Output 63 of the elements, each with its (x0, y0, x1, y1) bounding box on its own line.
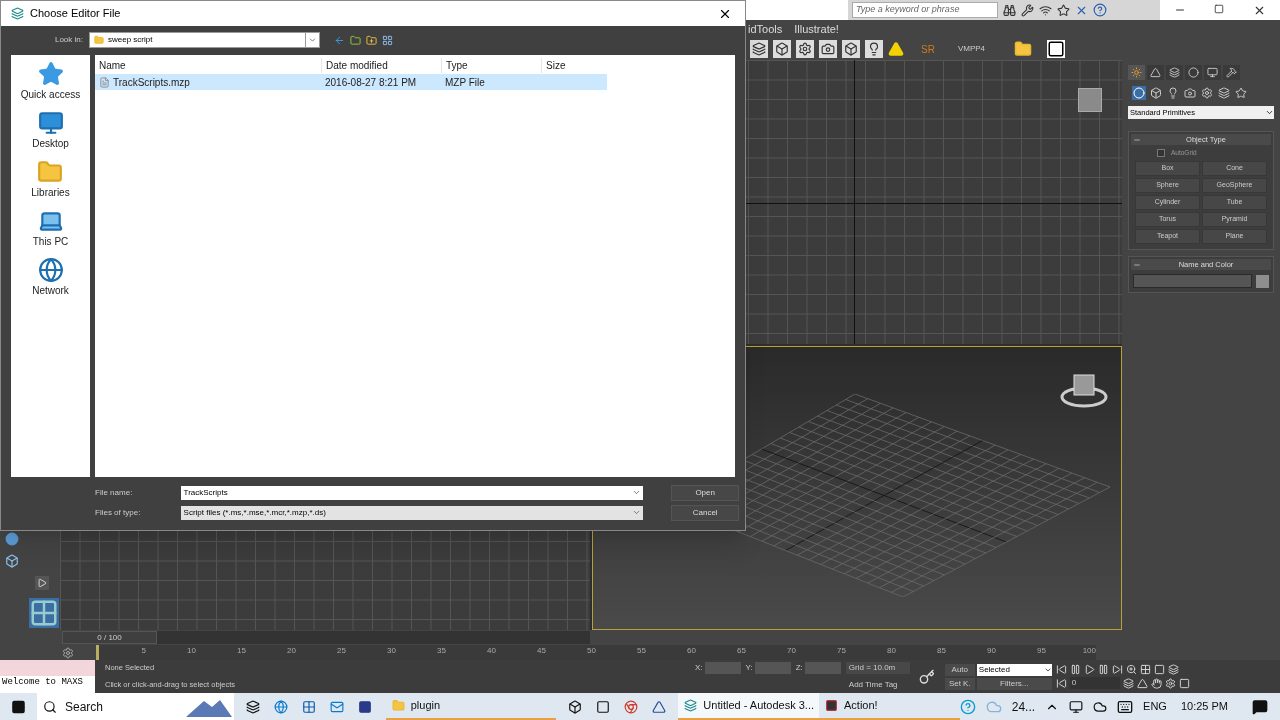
grid-size: Grid = 10.0m (845, 662, 910, 674)
auto-key-button[interactable]: Auto (944, 663, 975, 676)
place-item[interactable]: Quick access (20, 61, 81, 104)
file-type-label: Files of type: (95, 506, 142, 519)
set-key-button[interactable]: Set K. (944, 677, 975, 690)
tick-label: 60 (687, 645, 696, 657)
menu-item[interactable]: idTools (748, 20, 783, 38)
language-text: ENG (1143, 699, 1167, 715)
time-track[interactable]: 5 10 15 20 25 30 35 40 45 50 55 60 65 70 75 80 85 90 95 100 (96, 645, 1096, 660)
tick-label: 95 (1037, 645, 1046, 657)
column-header[interactable]: Name (95, 58, 321, 73)
tick-label: 40 (487, 645, 496, 657)
dialog-title: Choose Editor File (30, 6, 122, 22)
frame-slider-track[interactable]: 0 / 100 (62, 631, 590, 644)
place-item[interactable]: Network (32, 257, 69, 300)
tick-label: 100 (1082, 645, 1096, 657)
menu-item[interactable]: Illustrate! (794, 20, 839, 38)
place-item[interactable]: Libraries (31, 159, 70, 202)
tick-label: 75 (837, 645, 846, 657)
tick-label: 55 (637, 645, 646, 657)
search-box[interactable]: Search (36, 693, 234, 720)
tick-label: 25 (337, 645, 346, 657)
tick-label: 50 (587, 645, 596, 657)
column-header[interactable]: Type (441, 58, 541, 73)
tick-label: 45 (537, 645, 546, 657)
file-name-field[interactable]: TrackScripts (180, 485, 644, 500)
place-item[interactable]: This PC (32, 208, 69, 251)
taskbar-app[interactable]: Untitled - Autodesk 3... (678, 693, 820, 720)
look-in-label: Look in: (53, 34, 84, 46)
temperature-text: 24... (1011, 698, 1036, 716)
file-row[interactable]: TrackScripts.mzp 2016-08-27 8:21 PM MZP File (95, 74, 607, 90)
tick-label: 15 (237, 645, 246, 657)
look-in-dropdown[interactable]: sweep script (89, 32, 320, 48)
tick-label: 20 (287, 645, 296, 657)
tick-label: 90 (987, 645, 996, 657)
column-header[interactable]: Size (541, 58, 601, 73)
coordinate-label: Z: (795, 662, 803, 674)
key-filter-dropdown[interactable]: Selected (976, 663, 1052, 676)
tick-label: 65 (737, 645, 746, 657)
tick-label: 35 (437, 645, 446, 657)
toolbar-button[interactable]: VMPP4 (953, 43, 990, 55)
place-item[interactable]: Desktop (32, 110, 69, 153)
coordinate-label: X: (695, 662, 703, 674)
column-header[interactable]: Date modified (321, 58, 441, 73)
search-field[interactable]: Type a keyword or phrase (852, 2, 998, 18)
tick-label: 30 (387, 645, 396, 657)
time-tag-button[interactable]: Add Time Tag (844, 678, 909, 691)
file-type-dropdown[interactable]: Script files (*.ms,*.mse,*.mcr,*.mzp,*.ds) (180, 505, 644, 520)
file-name-label: File name: (95, 486, 134, 499)
open-button[interactable]: Open (671, 484, 739, 501)
coordinate-label: Y: (745, 662, 753, 674)
taskbar-app[interactable]: Action! (819, 693, 960, 720)
tick-label: 80 (887, 645, 896, 657)
frame-slider-thumb[interactable]: 0 / 100 (62, 631, 157, 644)
clock-text: 10:25 PM (1180, 699, 1228, 715)
filters-button[interactable]: Filters... (976, 677, 1052, 690)
tick-label: 10 (187, 645, 196, 657)
frame-field[interactable]: 0 (1069, 677, 1120, 689)
tick-label: 85 (937, 645, 946, 657)
cancel-button[interactable]: Cancel (671, 504, 739, 521)
taskbar-app[interactable]: plugin (385, 693, 557, 720)
tick-label: 70 (787, 645, 796, 657)
tick-label: 5 (141, 645, 146, 657)
